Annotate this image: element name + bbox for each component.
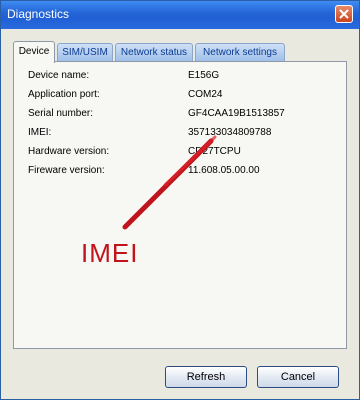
diagnostics-window: Diagnostics Device SIM/USIM Network stat… bbox=[0, 0, 360, 400]
tab-device[interactable]: Device bbox=[13, 41, 55, 63]
cancel-button[interactable]: Cancel bbox=[257, 366, 339, 388]
refresh-button[interactable]: Refresh bbox=[165, 366, 247, 388]
imei-annotation-text: IMEI bbox=[81, 238, 139, 268]
tab-label: Device bbox=[18, 46, 50, 57]
